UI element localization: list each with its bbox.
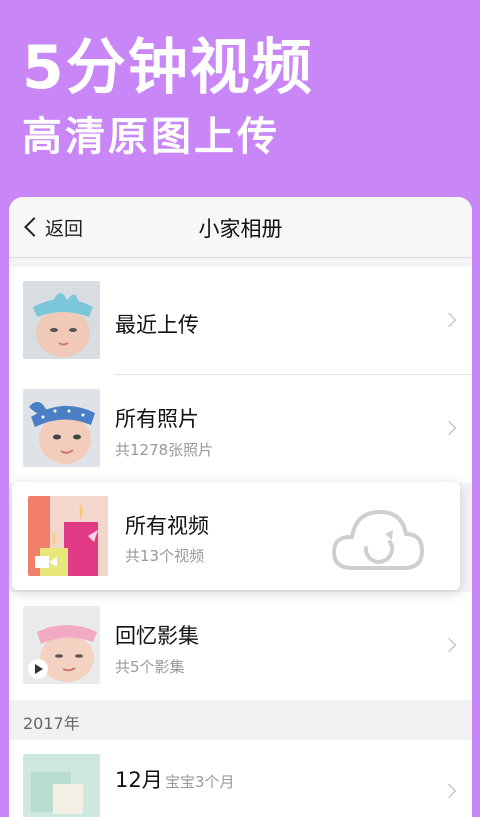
video-camera-icon: [35, 556, 57, 568]
promo-headline: 5分钟视频: [22, 33, 314, 103]
album-count: 共13个视频: [125, 547, 205, 565]
phone-screen: 返回 小家相册 最近上传 所有照片 共1278张照片 回忆影集 共5个影集 20…: [9, 197, 472, 817]
page-title: 小家相册: [198, 217, 283, 241]
year-label: 2017年: [23, 714, 80, 733]
month-subtitle: 宝宝3个月: [165, 773, 235, 791]
album-count: 共1278张照片: [115, 441, 214, 459]
nav-bar: 返回 小家相册: [9, 197, 472, 258]
album-title: 所有视频: [125, 514, 209, 538]
month-title: 12月: [115, 768, 163, 792]
album-row-memories[interactable]: 回忆影集 共5个影集: [9, 592, 472, 700]
album-row-photos[interactable]: 所有照片 共1278张照片: [9, 375, 472, 483]
chevron-right-icon: [441, 637, 457, 653]
play-icon: [28, 659, 48, 679]
month-row[interactable]: 12月 宝宝3个月: [9, 740, 472, 817]
album-row-videos[interactable]: 所有视频 共13个视频: [12, 482, 460, 590]
album-count: 共5个影集: [115, 658, 185, 676]
album-title: 回忆影集: [115, 624, 199, 648]
cloud-upload-icon: [332, 510, 424, 570]
baby-photo-thumbnail: [23, 389, 100, 467]
chevron-right-icon: [441, 420, 457, 436]
album-title: 所有照片: [115, 407, 199, 431]
month-thumbnail: [23, 754, 100, 817]
baby-photo-thumbnail: [23, 281, 100, 359]
chevron-right-icon: [441, 312, 457, 328]
album-title: 最近上传: [115, 313, 199, 337]
year-section-header: 2017年: [9, 700, 472, 740]
album-row-recent[interactable]: 最近上传: [9, 267, 472, 375]
promo-subheadline: 高清原图上传: [22, 114, 280, 160]
baby-video-thumbnail: [23, 606, 100, 684]
chevron-right-icon: [441, 783, 457, 799]
candle-video-thumbnail: [28, 496, 108, 576]
